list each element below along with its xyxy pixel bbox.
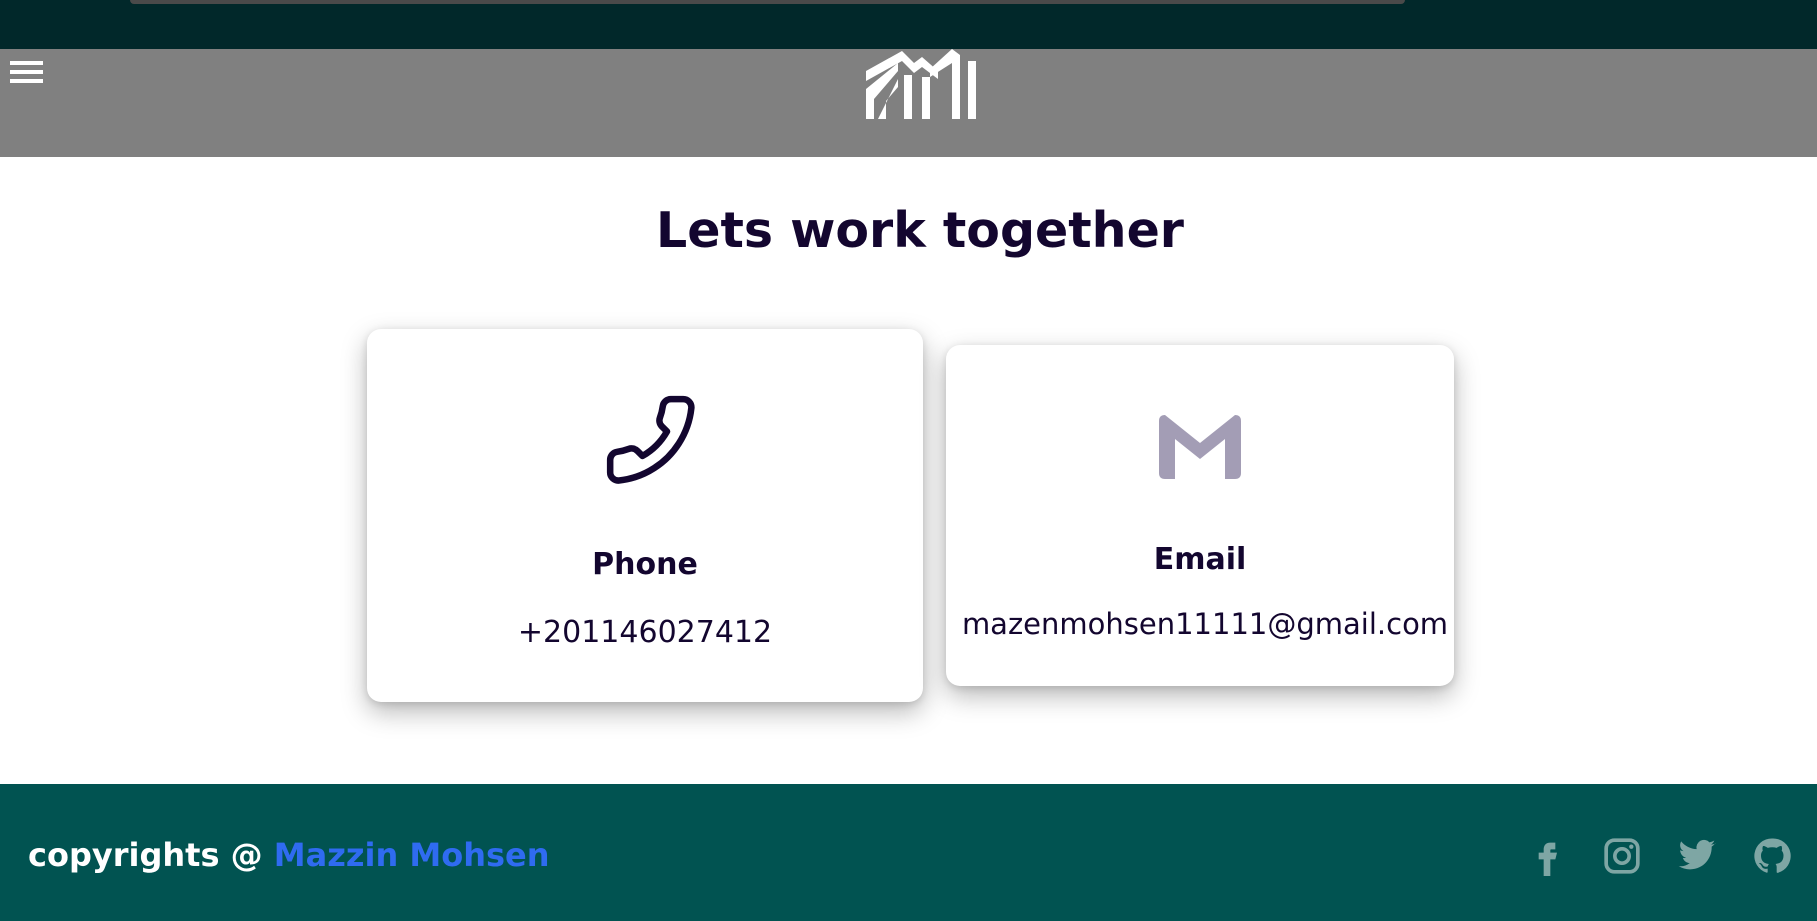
phone-number[interactable]: +201146027412 — [367, 615, 923, 650]
github-icon[interactable] — [1752, 836, 1792, 876]
email-card: Email mazenmohsen11111@gmail.com — [946, 345, 1454, 686]
instagram-icon[interactable] — [1602, 836, 1642, 876]
top-scrollbar[interactable] — [130, 0, 1405, 4]
phone-icon — [606, 395, 695, 484]
twitter-icon[interactable] — [1677, 836, 1717, 876]
page-title: Lets work together — [656, 202, 1184, 259]
copyright-prefix: copyrights @ — [28, 836, 274, 874]
mm-logo-icon[interactable] — [864, 41, 980, 119]
hamburger-menu-icon[interactable] — [10, 61, 44, 91]
footer: copyrights @ Mazzin Mohsen — [0, 784, 1817, 921]
email-heading: Email — [1153, 542, 1247, 577]
email-address[interactable]: mazenmohsen11111@gmail.com — [951, 607, 1459, 641]
gmail-icon — [1159, 415, 1241, 479]
navbar — [0, 49, 1817, 157]
copyright-text: copyrights @ Mazzin Mohsen — [28, 836, 550, 874]
phone-card: Phone +201146027412 — [367, 329, 923, 702]
author-link[interactable]: Mazzin Mohsen — [274, 836, 550, 874]
phone-heading: Phone — [592, 547, 698, 582]
facebook-icon[interactable] — [1527, 836, 1567, 876]
